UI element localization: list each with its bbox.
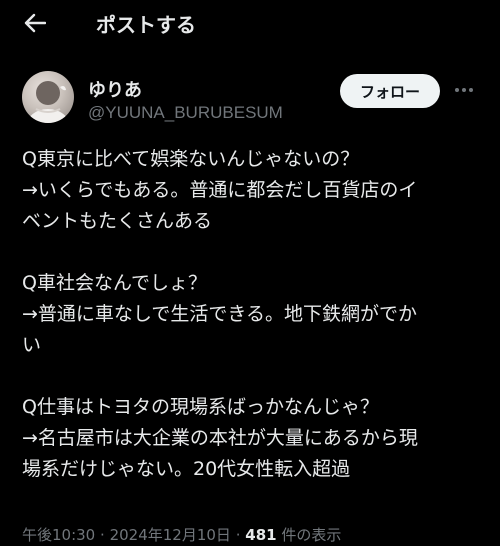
more-horizontal-icon [455, 88, 459, 92]
post-line: Q東京に比べて娯楽ないんじゃないの？ [22, 148, 360, 170]
post-detail-page: ポストする ゆりあ @YUUNA_BURUBESUM フォロー Q東京に比べて娯… [0, 0, 500, 546]
avatar[interactable] [22, 71, 74, 123]
more-options-button[interactable] [452, 80, 476, 100]
display-name[interactable]: ゆりあ [88, 76, 142, 102]
user-handle[interactable]: @YUUNA_BURUBESUM [88, 103, 283, 123]
meta-separator: · [235, 526, 241, 544]
post-line: Q仕事はトヨタの現場系ばっかなんじゃ？ [22, 396, 379, 418]
post-date[interactable]: 2024年12月10日 [110, 526, 231, 544]
meta-separator: · [100, 526, 105, 544]
post-line: →いくらでもある。普通に都会だし百貨店のイ [22, 179, 418, 201]
arrow-left-icon [24, 13, 46, 33]
post-text: Q東京に比べて娯楽ないんじゃないの？ →いくらでもある。普通に都会だし百貨店のイ… [22, 144, 482, 485]
page-title: ポストする [96, 13, 196, 37]
back-button[interactable] [20, 8, 50, 38]
post-line: →名古屋市は大企業の本社が大量にあるから現 [22, 427, 418, 449]
post-meta: 午後10:30 · 2024年12月10日 · 481 件の表示 [22, 524, 341, 545]
post-time[interactable]: 午後10:30 [22, 526, 95, 544]
post-line: →普通に車なしで生活できる。地下鉄網がでか [22, 303, 417, 325]
top-bar: ポストする [0, 0, 500, 44]
avatar-image [25, 81, 71, 123]
post-line: 場系だけじゃない。20代女性転入超過 [22, 458, 351, 480]
follow-button[interactable]: フォロー [340, 74, 440, 108]
post-line: い [22, 334, 42, 356]
post-line: Q車社会なんでしょ？ [22, 272, 208, 294]
post-line: ベントもたくさんある [22, 210, 213, 232]
views-count[interactable]: 481 [245, 526, 276, 544]
views-label: 件の表示 [281, 526, 342, 544]
